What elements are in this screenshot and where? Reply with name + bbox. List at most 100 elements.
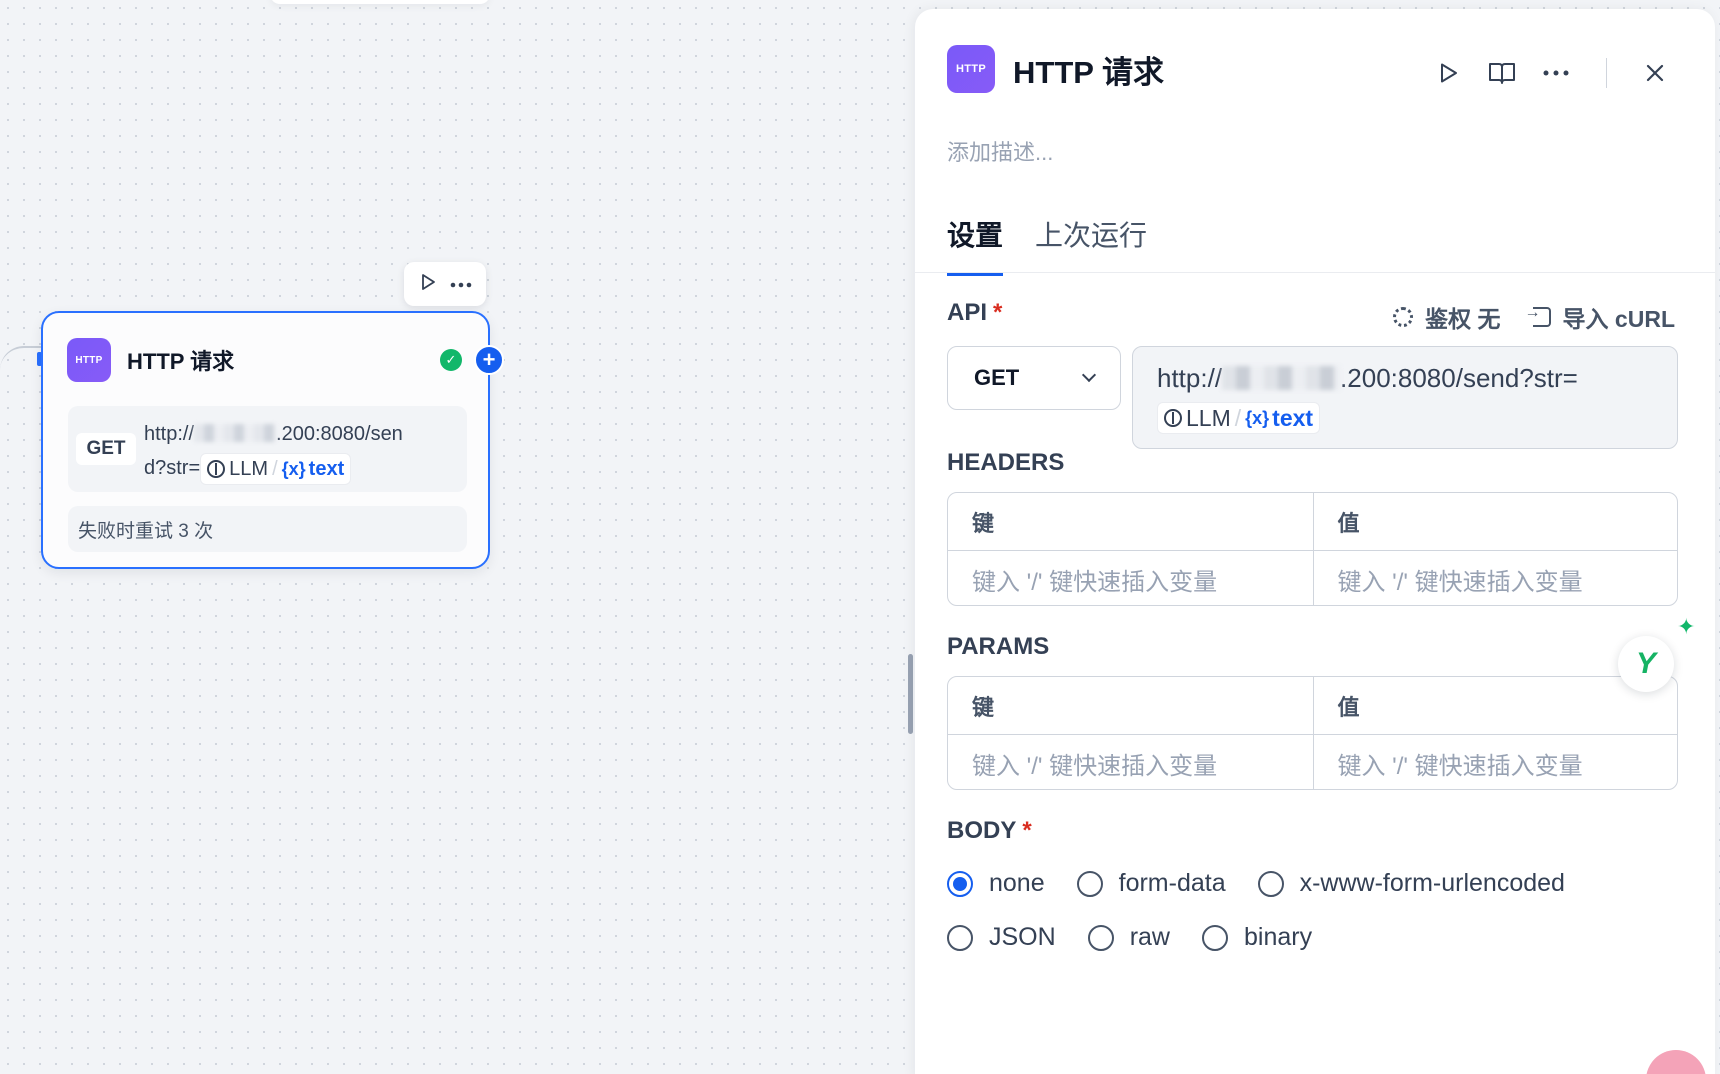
url-prefix: http://: [144, 423, 195, 445]
more-icon[interactable]: [1536, 53, 1576, 93]
http-icon: HTTP: [947, 45, 995, 93]
api-label-text: API: [947, 299, 988, 326]
assistant-logo-icon: Y: [1635, 647, 1656, 680]
auth-label: 鉴权 无: [1425, 306, 1501, 332]
headers-value-header: 值: [1312, 493, 1678, 550]
radio-label: form-data: [1118, 869, 1226, 897]
assistant-float-button[interactable]: Y: [1618, 636, 1674, 692]
params-key-input[interactable]: 键入 '/' 键快速插入变量: [948, 735, 1313, 789]
radio-x-www-form-urlencoded[interactable]: x-www-form-urlencoded: [1257, 869, 1565, 898]
radio-none[interactable]: none: [947, 869, 1045, 898]
radio-binary[interactable]: binary: [1201, 923, 1313, 952]
panel-tabs: 设置 上次运行: [947, 214, 1179, 276]
required-mark: *: [993, 299, 1003, 326]
var-separator: /: [1234, 405, 1242, 432]
panel-actions: [1414, 53, 1675, 93]
url-line2: d?str=: [144, 457, 201, 479]
body-label: BODY *: [947, 817, 1032, 845]
radio-dot: [1257, 870, 1284, 897]
import-curl-button[interactable]: 导入 cURL: [1525, 300, 1675, 334]
auth-button[interactable]: 鉴权 无: [1393, 300, 1501, 334]
redacted-host: [194, 424, 277, 442]
headers-label: HEADERS: [947, 449, 1065, 476]
variable-icon: {x}: [281, 458, 306, 479]
import-icon: [1525, 304, 1551, 327]
node-method-badge: GET: [76, 433, 136, 465]
radio-dot: [1201, 924, 1228, 951]
variable-chip: LLM / {x} text: [200, 452, 352, 485]
headers-key-header: 键: [972, 510, 995, 536]
play-icon[interactable]: [1428, 53, 1468, 93]
headers-key-input[interactable]: 键入 '/' 键快速插入变量: [948, 551, 1313, 605]
body-label-text: BODY: [947, 817, 1017, 844]
var-name: text: [1272, 405, 1314, 432]
radio-json[interactable]: JSON: [947, 923, 1056, 952]
method-value: GET: [974, 365, 1020, 390]
node-settings-panel: HTTP HTTP 请求 添加描述... 设置 上次运行 API* 鉴权 无 导…: [915, 9, 1715, 1074]
node-toolbar: [404, 262, 486, 306]
radio-dot: [947, 870, 973, 897]
sparkle-icon: ✦: [1677, 614, 1696, 639]
variable-icon: {x}: [1245, 408, 1270, 429]
params-key-header: 键: [972, 694, 995, 720]
retry-info: 失败时重试 3 次: [68, 506, 467, 552]
description-input[interactable]: 添加描述...: [947, 135, 1053, 167]
url-suffix: .200:8080/send?str=: [1340, 363, 1578, 393]
more-icon[interactable]: [450, 275, 472, 293]
radio-form-data[interactable]: form-data: [1076, 869, 1226, 898]
radio-dot: [1076, 870, 1103, 897]
node-header: HTTP HTTP 请求: [67, 338, 234, 382]
http-request-node[interactable]: HTTP HTTP 请求 ✓ + GET http:// .200:8080/se…: [41, 311, 504, 569]
radio-label: raw: [1129, 923, 1170, 951]
http-icon: HTTP: [67, 338, 111, 382]
workflow-canvas[interactable]: HTTP HTTP 请求 ✓ + GET http:// .200:8080/se…: [0, 0, 912, 1074]
url-suffix: .200:8080/sen: [276, 423, 403, 445]
llm-icon: [1164, 409, 1182, 428]
url-input[interactable]: http:// .200:8080/send?str= LLM / {x} text: [1132, 346, 1678, 449]
panel-title[interactable]: HTTP 请求: [1013, 47, 1164, 92]
required-mark: *: [1022, 817, 1032, 844]
params-label: PARAMS: [947, 633, 1050, 660]
var-source: LLM: [229, 457, 269, 480]
add-node-button[interactable]: +: [474, 345, 504, 375]
book-icon[interactable]: [1482, 53, 1522, 93]
headers-value-input[interactable]: 键入 '/' 键快速插入变量: [1312, 551, 1678, 605]
chevron-down-icon: [1081, 367, 1097, 383]
redacted-host: [1222, 366, 1341, 390]
radio-label: JSON: [989, 923, 1056, 951]
params-value-input[interactable]: 键入 '/' 键快速插入变量: [1312, 735, 1678, 789]
gear-icon: [1393, 307, 1414, 327]
radio-dot: [1087, 924, 1114, 951]
url-prefix: http://: [1157, 363, 1223, 393]
api-actions: 鉴权 无 导入 cURL: [1361, 300, 1675, 334]
api-label: API *: [947, 299, 1002, 327]
run-node-icon[interactable]: [418, 272, 438, 297]
radio-label: binary: [1243, 923, 1313, 951]
radio-label: none: [989, 869, 1045, 897]
tab-last-run[interactable]: 上次运行: [1035, 214, 1147, 276]
panel-resize-handle[interactable]: [908, 654, 913, 734]
node-title: HTTP 请求: [127, 349, 235, 374]
headers-table: 键 值 键入 '/' 键快速插入变量 键入 '/' 键快速插入变量: [947, 492, 1678, 606]
method-select[interactable]: GET: [947, 346, 1121, 410]
var-name: text: [308, 457, 345, 480]
import-label: 导入 cURL: [1562, 306, 1675, 332]
header-divider: [1606, 58, 1607, 88]
body-type-row-1: none form-data x-www-form-urlencoded: [947, 869, 1597, 898]
panel-header: HTTP HTTP 请求: [947, 45, 1164, 93]
tab-settings[interactable]: 设置: [947, 214, 1004, 276]
variable-chip[interactable]: LLM / {x} text: [1157, 402, 1321, 435]
close-icon[interactable]: [1635, 53, 1675, 93]
radio-label: x-www-form-urlencoded: [1299, 869, 1565, 897]
params-table: 键 值 键入 '/' 键快速插入变量 键入 '/' 键快速插入变量: [947, 676, 1678, 790]
tabs-divider: [915, 272, 1715, 273]
llm-icon: [207, 459, 226, 478]
radio-raw[interactable]: raw: [1087, 923, 1170, 952]
params-value-header: 值: [1312, 677, 1678, 734]
var-separator: /: [272, 457, 278, 480]
canvas-node-edge: [270, 0, 490, 4]
body-type-row-2: JSON raw binary: [947, 923, 1344, 952]
radio-dot: [947, 924, 973, 951]
node-url: http://.200:8080/sen d?str= LLM / {x} text: [144, 417, 460, 485]
check-circle-icon: ✓: [440, 349, 462, 371]
